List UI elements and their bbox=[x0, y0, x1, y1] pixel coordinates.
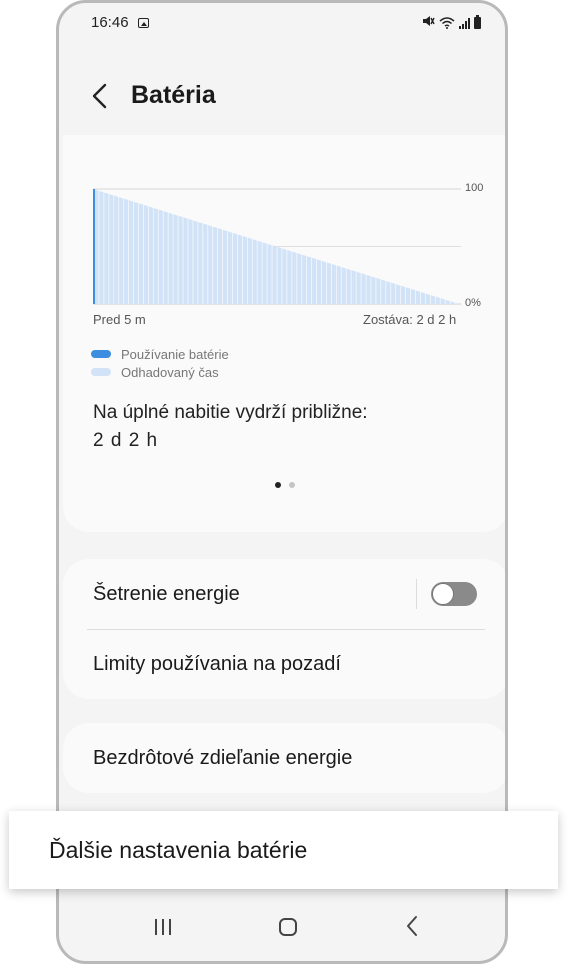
x-axis-start-label: Pred 5 m bbox=[93, 312, 146, 327]
battery-chart bbox=[93, 188, 461, 305]
legend-label-usage: Používanie batérie bbox=[121, 346, 229, 362]
signal-icon bbox=[459, 17, 470, 29]
legend-swatch-usage bbox=[91, 350, 111, 358]
page-indicator bbox=[275, 482, 295, 488]
back-icon[interactable] bbox=[405, 915, 419, 942]
wireless-sharing-row[interactable]: Bezdrôtové zdieľanie energie bbox=[63, 723, 505, 793]
toggle-divider bbox=[416, 579, 417, 609]
screenshot-page: 16:46 Batéria 100 0% Pred 5 m Zostáva: 2… bbox=[0, 0, 568, 967]
x-axis-end-label: Zostáva: 2 d 2 h bbox=[363, 312, 457, 327]
full-charge-value: 2 d 2 h bbox=[93, 430, 159, 451]
power-saving-toggle[interactable] bbox=[431, 582, 477, 606]
legend-swatch-estimated bbox=[91, 368, 111, 376]
wifi-icon bbox=[439, 16, 455, 29]
y-tick-label-top: 100 bbox=[465, 182, 484, 194]
settings-group-sharing: Bezdrôtové zdieľanie energie bbox=[63, 723, 505, 793]
power-saving-label: Šetrenie energie bbox=[93, 582, 240, 605]
chevron-left-icon[interactable] bbox=[89, 83, 113, 109]
battery-icon bbox=[474, 14, 481, 29]
status-bar: 16:46 bbox=[91, 13, 481, 35]
battery-usage-card[interactable]: 100 0% Pred 5 m Zostáva: 2 d 2 h Používa… bbox=[63, 135, 505, 532]
toggle-knob bbox=[432, 583, 454, 605]
legend-item-usage: Používanie batérie bbox=[91, 345, 229, 363]
page-title: Batéria bbox=[131, 81, 216, 109]
background-limits-row[interactable]: Limity používania na pozadí bbox=[63, 629, 505, 699]
page-dot bbox=[289, 482, 295, 488]
settings-group-power: Šetrenie energie Limity používania na po… bbox=[63, 559, 505, 699]
more-battery-settings-callout[interactable]: Ďalšie nastavenia batérie bbox=[9, 811, 558, 889]
legend-item-estimated: Odhadovaný čas bbox=[91, 363, 229, 381]
image-icon bbox=[138, 18, 149, 28]
wireless-sharing-label: Bezdrôtové zdieľanie energie bbox=[93, 746, 353, 769]
full-charge-label: Na úplné nabitie vydrží približne: bbox=[93, 402, 368, 423]
status-time: 16:46 bbox=[91, 14, 129, 31]
navigation-bar bbox=[59, 891, 505, 961]
battery-usage-bar bbox=[93, 189, 95, 304]
power-saving-row[interactable]: Šetrenie energie bbox=[63, 559, 505, 629]
recent-apps-icon[interactable] bbox=[155, 919, 171, 935]
y-tick-label-bottom: 0% bbox=[465, 297, 481, 309]
status-icons bbox=[422, 14, 481, 30]
page-dot-active bbox=[275, 482, 281, 488]
more-battery-settings-label: Ďalšie nastavenia batérie bbox=[49, 836, 308, 863]
chart-legend: Používanie batérie Odhadovaný čas bbox=[91, 345, 229, 381]
app-header: Batéria bbox=[59, 73, 505, 123]
mute-icon bbox=[422, 15, 435, 30]
home-icon[interactable] bbox=[279, 918, 297, 936]
background-limits-label: Limity používania na pozadí bbox=[93, 652, 341, 675]
legend-label-estimated: Odhadovaný čas bbox=[121, 364, 219, 380]
